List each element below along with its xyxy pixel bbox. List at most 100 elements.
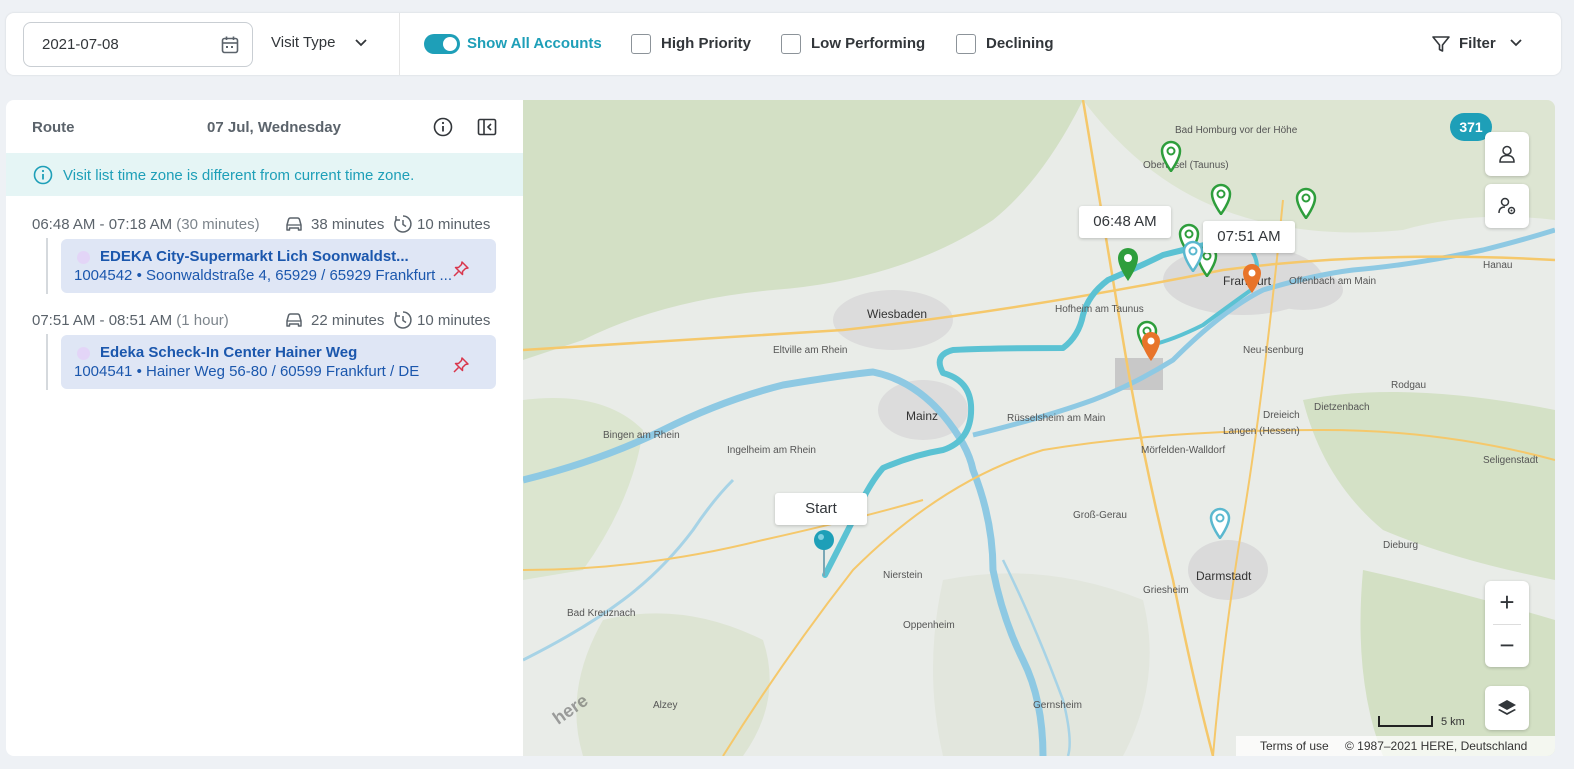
place-label: Oberursel (Taunus) <box>1143 160 1229 171</box>
visit-card[interactable]: Edeka Scheck-In Center Hainer Weg 100454… <box>61 335 496 389</box>
place-label: Dreieich <box>1263 410 1300 421</box>
layers-icon <box>1498 700 1516 715</box>
place-label: Alzey <box>653 700 678 711</box>
chevron-down-icon[interactable] <box>355 38 367 48</box>
person-settings-icon <box>1498 197 1516 215</box>
timezone-notice-text: Visit list time zone is different from c… <box>63 167 415 184</box>
place-label: Oppenheim <box>903 620 955 631</box>
clock-icon <box>394 311 412 329</box>
map-attribution: Terms of use © 1987–2021 HERE, Deutschla… <box>1236 736 1555 756</box>
filter-icon[interactable] <box>1431 32 1451 56</box>
timeline-line <box>46 334 48 390</box>
place-label: Groß-Gerau <box>1073 510 1127 521</box>
chevron-down-icon[interactable] <box>1510 38 1522 48</box>
visit-time-range: 06:48 AM - 07:18 AM <box>32 216 173 233</box>
place-label: Dietzenbach <box>1314 402 1370 413</box>
date-value: 2021-07-08 <box>42 36 119 53</box>
visit-duration: (1 hour) <box>176 312 229 329</box>
route-title: Route <box>32 119 75 136</box>
high-priority-label[interactable]: High Priority <box>661 35 751 52</box>
account-id: 1004541 <box>74 363 133 380</box>
declining-checkbox[interactable] <box>956 34 976 54</box>
low-performing-checkbox[interactable] <box>781 34 801 54</box>
place-label: Griesheim <box>1143 585 1189 596</box>
car-icon <box>286 217 302 231</box>
timezone-notice: Visit list time zone is different from c… <box>6 153 523 196</box>
place-label: Mainz <box>906 409 939 423</box>
place-label: Bingen am Rhein <box>603 430 680 441</box>
high-priority-checkbox[interactable] <box>631 34 651 54</box>
calendar-icon[interactable] <box>220 35 240 55</box>
visit-marker-green[interactable] <box>1116 246 1140 282</box>
person-button[interactable] <box>1485 132 1529 176</box>
callout-start: Start <box>775 493 867 525</box>
place-label: Neu-Isenburg <box>1243 345 1304 356</box>
place-label: Rodgau <box>1391 380 1427 391</box>
place-label: Mörfelden-Walldorf <box>1141 445 1226 456</box>
scale-label: 5 km <box>1441 716 1465 728</box>
clock-icon <box>394 215 412 233</box>
account-marker-blue[interactable] <box>1209 507 1231 539</box>
account-marker-green[interactable] <box>1210 183 1232 215</box>
place-label: Seligenstadt <box>1483 455 1539 466</box>
layers-button[interactable] <box>1485 686 1529 730</box>
route-panel: Route 07 Jul, Wednesday Visit list time … <box>6 100 523 756</box>
zoom-control: + − <box>1485 581 1529 667</box>
account-id: 1004542 <box>74 267 133 284</box>
zoom-out-button[interactable]: − <box>1485 624 1529 667</box>
scale-bar <box>1378 716 1433 727</box>
visit-account-name[interactable]: EDEKA City-Supermarkt Lich Soonwaldst... <box>100 248 409 265</box>
collapse-panel-icon[interactable] <box>477 117 497 137</box>
break-time: 10 minutes <box>417 312 491 329</box>
pin-icon[interactable] <box>452 356 470 374</box>
visit-type-dropdown[interactable]: Visit Type <box>271 34 335 51</box>
timeline-line <box>46 238 48 294</box>
info-icon[interactable] <box>433 117 453 137</box>
account-marker-blue[interactable] <box>1182 240 1204 272</box>
route-panel-header: Route 07 Jul, Wednesday <box>6 100 523 153</box>
visit-duration: (30 minutes) <box>176 216 260 233</box>
place-label: Rüsselsheim am Main <box>1007 413 1106 424</box>
declining-label[interactable]: Declining <box>986 35 1054 52</box>
visit-account-name[interactable]: Edeka Scheck-In Center Hainer Weg <box>100 344 357 361</box>
toggle-knob <box>443 37 457 51</box>
place-label: Bad Kreuznach <box>567 608 636 619</box>
visit-time-range: 07:51 AM - 08:51 AM <box>32 312 173 329</box>
start-marker[interactable] <box>811 528 837 578</box>
map-view[interactable]: Wiesbaden Mainz Frankfurt Darmstadt Offe… <box>523 100 1555 756</box>
show-all-accounts-toggle[interactable] <box>424 34 460 54</box>
account-type-icon <box>77 347 90 360</box>
place-label: Nierstein <box>883 570 923 581</box>
toolbar: 2021-07-08 Visit Type Show All Accounts … <box>6 13 1561 75</box>
account-address: Hainer Weg 56-80 / 60599 Frankfurt / DE <box>146 363 420 380</box>
show-all-accounts-label[interactable]: Show All Accounts <box>467 35 602 52</box>
copyright-text: © 1987–2021 HERE, Deutschland <box>1345 739 1528 753</box>
account-address: Soonwaldstraße 4, 65929 / 65929 Frankfur… <box>146 267 453 284</box>
map-base <box>523 100 1555 756</box>
visit-time: 06:48 AM - 07:18 AM (30 minutes) <box>32 216 260 233</box>
visit-address: 1004542 • Soonwaldstraße 4, 65929 / 6592… <box>74 267 453 284</box>
low-performing-label[interactable]: Low Performing <box>811 35 925 52</box>
account-marker-green[interactable] <box>1160 140 1182 172</box>
place-label: Offenbach am Main <box>1289 276 1377 287</box>
visit-marker-orange[interactable] <box>1140 330 1162 362</box>
place-label: Hofheim am Taunus <box>1055 304 1144 315</box>
visit-marker-orange[interactable] <box>1241 262 1263 294</box>
terms-of-use-link[interactable]: Terms of use <box>1260 739 1329 753</box>
place-label: Hanau <box>1483 260 1513 271</box>
toolbar-divider <box>399 13 400 75</box>
pin-icon[interactable] <box>452 260 470 278</box>
visit-address: 1004541 • Hainer Weg 56-80 / 60599 Frank… <box>74 363 420 380</box>
place-label: Dieburg <box>1383 540 1419 551</box>
account-type-icon <box>77 251 90 264</box>
filter-button[interactable]: Filter <box>1459 35 1496 52</box>
date-picker[interactable]: 2021-07-08 <box>23 22 253 67</box>
account-marker-green[interactable] <box>1295 187 1317 219</box>
visit-card[interactable]: EDEKA City-Supermarkt Lich Soonwaldst...… <box>61 239 496 293</box>
person-settings-button[interactable] <box>1485 184 1529 228</box>
place-label: Langen (Hessen) <box>1223 426 1300 437</box>
zoom-in-button[interactable]: + <box>1485 581 1529 624</box>
callout-first-visit: 06:48 AM <box>1079 206 1171 238</box>
place-label: Gernsheim <box>1033 700 1082 711</box>
info-icon <box>33 165 53 185</box>
